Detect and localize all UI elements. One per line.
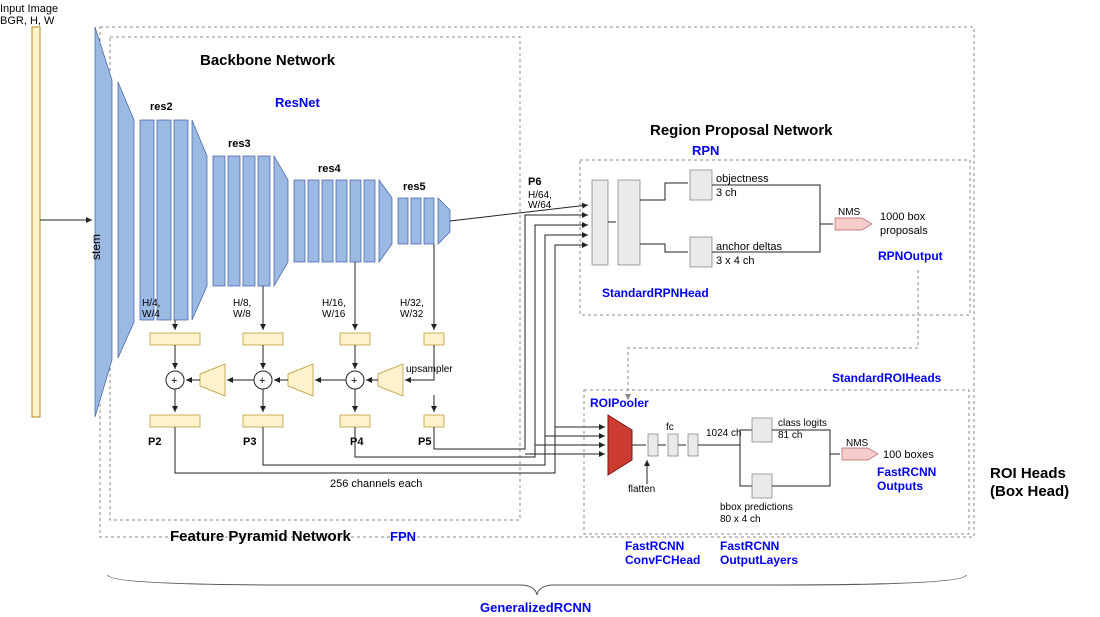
rpn-class: RPN (692, 143, 719, 158)
roi-outclass1: FastRCNN (877, 465, 936, 479)
brace (108, 575, 966, 595)
fc1-box (668, 434, 678, 456)
roipooler-label: ROIPooler (590, 396, 649, 410)
rpn-head (592, 170, 712, 267)
p6-label: P6 (528, 176, 541, 188)
p3-box (243, 415, 283, 427)
rpn-out1: 1000 box (880, 211, 926, 223)
logits1: class logits (778, 418, 827, 429)
res3-group: res3 (213, 138, 270, 286)
input-label1: Input Image (0, 3, 58, 15)
res5-taper (438, 198, 450, 244)
svg-text:+: + (171, 375, 177, 387)
logits2: 81 ch (778, 430, 802, 441)
resnet-class: ResNet (275, 95, 320, 110)
objness2: 3 ch (716, 187, 737, 199)
stem-shape (95, 27, 112, 417)
roi-layers1: FastRCNN (720, 539, 779, 553)
upsampler-p4 (288, 364, 313, 396)
roi-layers2: OutputLayers (720, 553, 798, 567)
res5-group: res5 (398, 181, 434, 244)
roi-outclass2: Outputs (877, 479, 923, 493)
roi-head2: ConvFCHead (625, 553, 700, 567)
p6-wire (450, 205, 588, 221)
res5-label: res5 (403, 181, 426, 193)
roipooler-shape (608, 415, 632, 475)
fpn-title: Feature Pyramid Network (170, 528, 352, 545)
p5-box (424, 415, 444, 427)
rpn-title: Region Proposal Network (650, 122, 833, 139)
rpn-nms: NMS (835, 207, 872, 230)
architecture-diagram: Backbone Network ResNet Input Image BGR,… (0, 0, 1100, 617)
roi-title1: ROI Heads (990, 465, 1066, 482)
res2-taper (192, 120, 207, 320)
rpn-out2: proposals (880, 225, 928, 237)
fc2-box (688, 434, 698, 456)
svg-text:NMS: NMS (838, 207, 861, 218)
upsampler-p5 (378, 364, 403, 396)
flatten-box (648, 434, 658, 456)
bbox2: 80 x 4 ch (720, 514, 761, 525)
upsampler-p3 (200, 364, 225, 396)
p3-label: P3 (243, 436, 256, 448)
deltas1: anchor deltas (716, 241, 783, 253)
res2-label: res2 (150, 101, 173, 113)
fpn-channels: 256 channels each (330, 478, 422, 490)
fpn-class: FPN (390, 529, 416, 544)
roi-out: 100 boxes (883, 449, 934, 461)
p5-label: P5 (418, 436, 431, 448)
p4-box (340, 415, 370, 427)
roi-title2: (Box Head) (990, 483, 1069, 500)
res4-label: res4 (318, 163, 342, 175)
roi-nms: NMS (842, 438, 878, 460)
rpn-outclass: RPNOutput (878, 249, 943, 263)
svg-text:NMS: NMS (846, 438, 869, 449)
p4-label: P4 (350, 436, 364, 448)
p2-label: P2 (148, 436, 161, 448)
overall-class: GeneralizedRCNN (480, 600, 591, 615)
res2-group: res2 (140, 101, 188, 320)
res4-taper (379, 180, 392, 262)
roi-head1: FastRCNN (625, 539, 684, 553)
objness1: objectness (716, 173, 769, 185)
p2-box (150, 415, 200, 427)
scale-res4: H/16,W/16 (322, 298, 346, 320)
roi-class: StandardROIHeads (832, 371, 942, 385)
stem-label: stem (89, 234, 103, 260)
svg-text:+: + (351, 375, 357, 387)
flatten-label: flatten (628, 484, 655, 495)
fc-ch: 1024 ch (706, 428, 742, 439)
input-bar (32, 27, 40, 417)
bbox1: bbox predictions (720, 502, 793, 513)
scale-res5: H/32,W/32 (400, 298, 424, 320)
rpn-head-class: StandardRPNHead (602, 286, 709, 300)
p6-dims: H/64,W/64 (528, 190, 552, 211)
scale-res2: H/4,W/4 (142, 298, 160, 320)
deltas2: 3 x 4 ch (716, 255, 755, 267)
scale-res3: H/8,W/8 (233, 298, 251, 320)
bbox-box (752, 474, 772, 498)
logits-box (752, 418, 772, 442)
svg-text:+: + (259, 375, 265, 387)
res3-taper (274, 156, 288, 286)
stem-taper (118, 82, 134, 358)
input-label2: BGR, H, W (0, 15, 55, 27)
backbone-title: Backbone Network (200, 52, 336, 69)
res3-label: res3 (228, 138, 251, 150)
fpn-laterals (150, 333, 444, 345)
res4-group: res4 (294, 163, 375, 262)
fc-label: fc (666, 422, 674, 433)
upsampler-label: upsampler (406, 364, 453, 375)
